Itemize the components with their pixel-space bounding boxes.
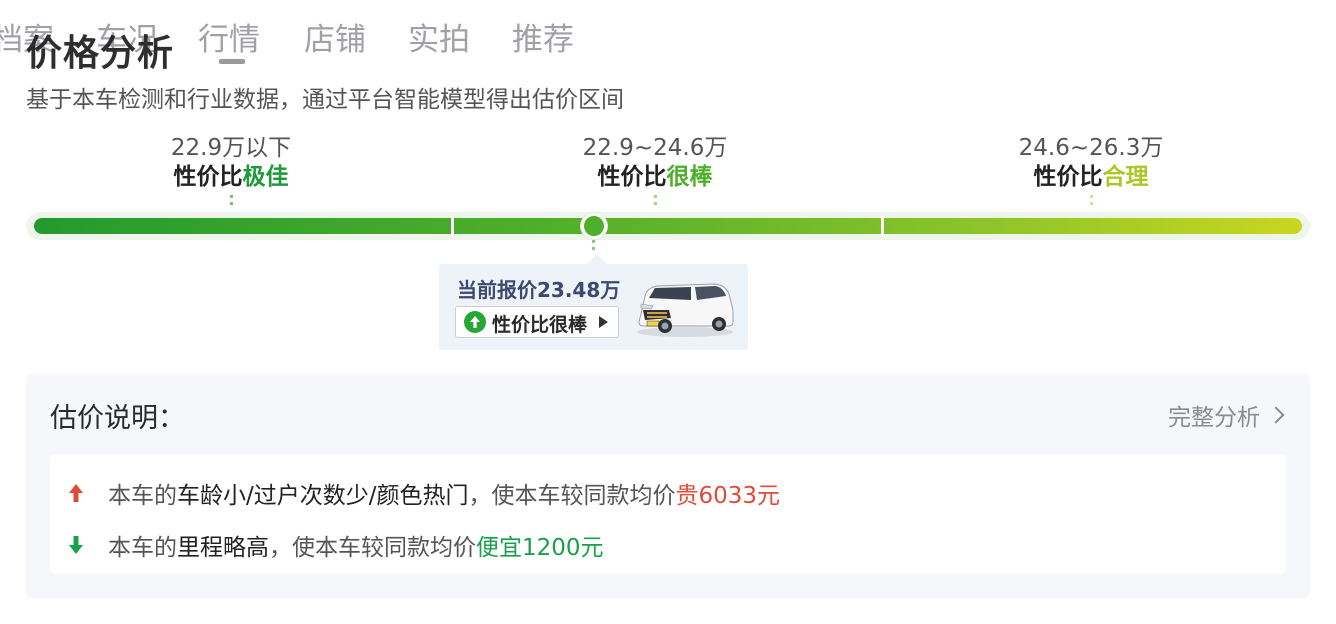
current-price-card: 当前报价23.48万 性价比很棒 <box>439 254 748 350</box>
marker-pointer-dots <box>592 240 595 254</box>
page-title: 价格分析 <box>26 33 175 74</box>
segment-verdict: 性价比极佳 <box>173 164 289 190</box>
bar-divider <box>451 216 454 236</box>
explanation-title: 估价说明： <box>50 403 185 434</box>
segment-range: 22.9万以下 <box>170 135 292 161</box>
verdict-label: 性价比很棒 <box>492 314 588 336</box>
segment-pointer-dots <box>1090 195 1093 207</box>
price-range-bar <box>34 218 1302 234</box>
segment-label-fair: 24.6~26.3万 性价比合理 <box>941 134 1241 192</box>
tab-recommend[interactable]: 推荐 <box>512 14 574 59</box>
tab-market[interactable]: 行情 <box>198 14 260 59</box>
white-mpv-car-image <box>637 283 734 337</box>
active-tab-indicator <box>219 59 245 64</box>
red-arrow-up-icon <box>64 481 88 505</box>
segment-label-great: 22.9~24.6万 性价比很棒 <box>505 134 805 192</box>
segment-verdict: 性价比合理 <box>1033 164 1149 190</box>
valuation-explanation-panel: 估价说明： 完整分析 本车的 车龄小/过户次数少/颜色热门 ，使本车较同款均价 贵60… <box>26 374 1310 598</box>
list-item: 本车的 车龄小/过户次数少/颜色热门 ，使本车较同款均价 贵6033元 <box>64 476 780 510</box>
segment-range: 22.9~24.6万 <box>582 135 728 161</box>
green-arrow-down-icon <box>64 533 88 557</box>
reasons-list: 本车的 车龄小/过户次数少/颜色热门 ，使本车较同款均价 贵6033元 本车的 里程略高… <box>50 454 1286 574</box>
segment-pointer-dots <box>230 195 233 207</box>
list-item: 本车的 里程略高 ，使本车较同款均价 便宜1200元 <box>64 528 604 562</box>
segment-label-excellent: 22.9万以下 性价比极佳 <box>81 134 381 192</box>
full-analysis-link[interactable]: 完整分析 <box>1168 398 1286 432</box>
tab-store[interactable]: 店铺 <box>304 14 366 59</box>
bar-divider <box>881 216 884 236</box>
segment-range: 24.6~26.3万 <box>1018 135 1164 161</box>
arrow-up-circle-icon <box>464 311 486 333</box>
tab-photos[interactable]: 实拍 <box>408 14 470 59</box>
segment-verdict: 性价比很棒 <box>597 164 713 190</box>
page-subtitle: 基于本车检测和行业数据，通过平台智能模型得出估价区间 <box>26 87 624 113</box>
play-icon <box>599 316 608 328</box>
current-price-text: 当前报价23.48万 <box>457 278 621 302</box>
segment-pointer-dots <box>654 195 657 207</box>
verdict-button[interactable]: 性价比很棒 <box>455 306 619 338</box>
current-price-marker <box>581 213 607 239</box>
chevron-right-icon <box>1267 406 1285 424</box>
full-analysis-label: 完整分析 <box>1168 405 1260 431</box>
